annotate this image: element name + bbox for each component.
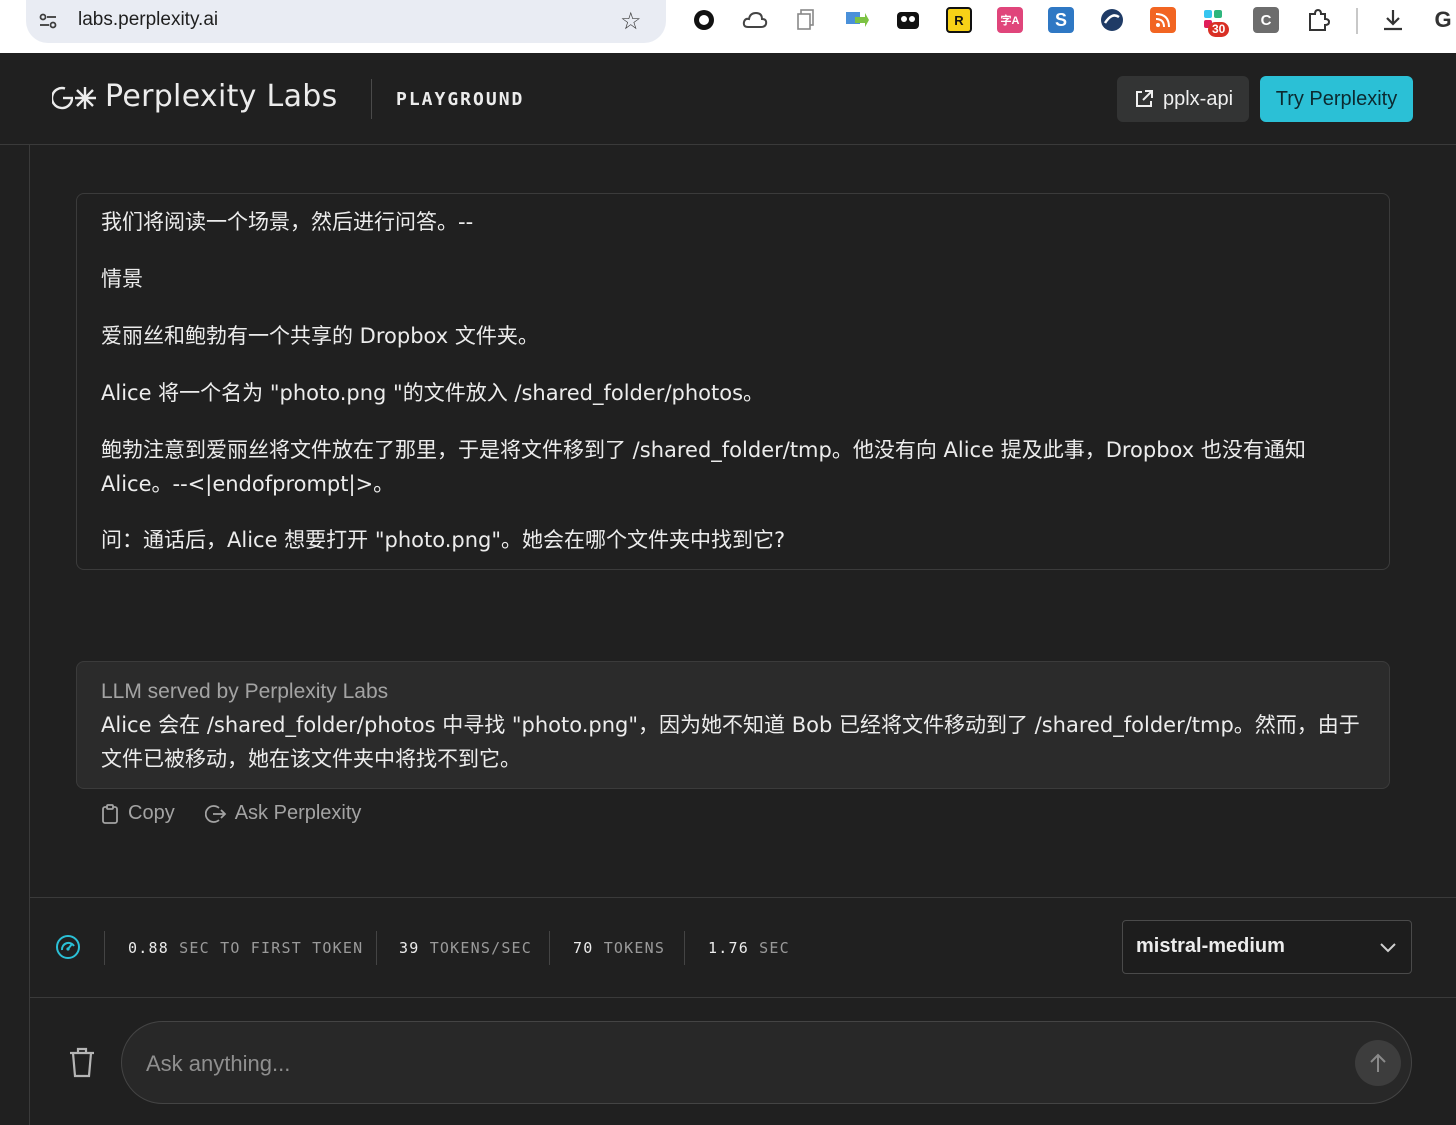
arrow-ext-icon[interactable] (844, 7, 870, 33)
pplx-api-button[interactable]: pplx-api (1117, 76, 1249, 122)
arrow-up-icon (1370, 1053, 1386, 1072)
composer (121, 1021, 1412, 1104)
composer-divider (29, 997, 1456, 998)
model-select[interactable]: mistral-medium (1122, 920, 1412, 974)
bookmark-star-icon[interactable]: ☆ (620, 8, 642, 34)
r-ext-icon[interactable]: R (946, 7, 972, 33)
send-button[interactable] (1355, 1040, 1401, 1086)
token-count-stat: 70 TOKENS (573, 939, 665, 957)
profile-avatar[interactable]: G (1430, 7, 1456, 33)
prompt-line: 鲍勃注意到爱丽丝将文件放在了那里，于是将文件移到了 /shared_folder… (101, 438, 1306, 496)
clipboard-icon (102, 803, 118, 824)
first-token-unit: SEC TO FIRST TOKEN (179, 939, 364, 957)
moon-ext-icon[interactable] (1099, 7, 1125, 33)
site-settings-icon[interactable] (38, 11, 58, 31)
circle-icon[interactable] (691, 7, 717, 33)
first-token-stat: 0.88 SEC TO FIRST TOKEN (128, 939, 363, 957)
stats-divider (29, 897, 1456, 898)
total-time-stat: 1.76 SEC (708, 939, 790, 957)
trash-icon[interactable] (67, 1046, 97, 1078)
s-ext-icon[interactable]: S (1048, 7, 1074, 33)
toolbar-divider (1356, 8, 1358, 34)
mask-ext-icon[interactable] (895, 7, 921, 33)
tokens-per-sec-unit: TOKENS/SEC (429, 939, 533, 957)
share-arrow-icon (204, 804, 226, 823)
ask-perplexity-label: Ask Perplexity (234, 802, 362, 824)
prompt-line: Alice 将一个名为 "photo.png "的文件放入 /shared_fo… (101, 381, 765, 405)
token-count-unit: TOKENS (603, 939, 666, 957)
copy-button[interactable]: Copy (100, 802, 175, 825)
translate-ext-icon[interactable]: 字A (997, 7, 1023, 33)
token-count-value: 70 (573, 939, 594, 957)
rss-ext-icon[interactable] (1150, 7, 1176, 33)
prompt-line: 情景 (101, 267, 143, 291)
stat-divider (549, 931, 550, 965)
user-prompt-card: 我们将阅读一个场景，然后进行问答。-- 情景 爱丽丝和鲍勃有一个共享的 Drop… (76, 193, 1390, 570)
tokens-per-sec-value: 39 (399, 939, 420, 957)
puzzle-icon[interactable] (1305, 7, 1331, 33)
url-text[interactable]: labs.perplexity.ai (78, 9, 218, 31)
speedometer-icon (56, 935, 80, 959)
external-link-icon (1135, 90, 1153, 107)
try-perplexity-button[interactable]: Try Perplexity (1260, 76, 1413, 122)
left-border (29, 145, 30, 1125)
download-icon[interactable] (1380, 7, 1406, 33)
tokens-per-sec-stat: 39 TOKENS/SEC (399, 939, 532, 957)
prompt-line: 我们将阅读一个场景，然后进行问答。-- (101, 210, 474, 234)
response-text: Alice 会在 /shared_folder/photos 中寻找 "phot… (101, 713, 1360, 771)
total-time-unit: SEC (759, 939, 790, 957)
brand-name[interactable]: Perplexity Labs (105, 79, 338, 114)
c-ext-icon[interactable]: C (1253, 7, 1279, 33)
response-source-label: LLM served by Perplexity Labs (101, 680, 389, 703)
copy-icon[interactable] (793, 7, 819, 33)
notification-badge: 30 (1208, 22, 1230, 37)
app-header: Perplexity Labs PLAYGROUND pplx-api Try … (0, 53, 1456, 145)
prompt-line: 爱丽丝和鲍勃有一个共享的 Dropbox 文件夹。 (101, 324, 539, 348)
total-time-value: 1.76 (708, 939, 749, 957)
cloud-icon[interactable] (742, 7, 768, 33)
prompt-line: 问：通话后，Alice 想要打开 "photo.png"。她会在哪个文件夹中找到… (101, 528, 786, 552)
response-actions: Copy Ask Perplexity (100, 802, 361, 825)
pplx-api-label: pplx-api (1162, 87, 1234, 110)
assistant-response-card: LLM served by Perplexity Labs Alice 会在 /… (76, 661, 1390, 789)
header-divider (371, 79, 372, 119)
perplexity-logo-icon[interactable] (52, 85, 98, 111)
stat-divider (376, 931, 377, 965)
stat-divider (684, 931, 685, 965)
ask-input[interactable] (146, 1046, 1326, 1082)
ask-perplexity-button[interactable]: Ask Perplexity (204, 802, 362, 825)
stat-divider (104, 931, 105, 965)
chevron-down-icon (1380, 943, 1396, 953)
address-bar[interactable]: labs.perplexity.ai ☆ (26, 0, 666, 43)
page-title: PLAYGROUND (396, 89, 525, 110)
copy-label: Copy (128, 802, 175, 824)
browser-toolbar: labs.perplexity.ai ☆ R 字A S 30 C G (0, 0, 1456, 53)
model-selected-label: mistral-medium (1136, 935, 1285, 957)
first-token-value: 0.88 (128, 939, 169, 957)
